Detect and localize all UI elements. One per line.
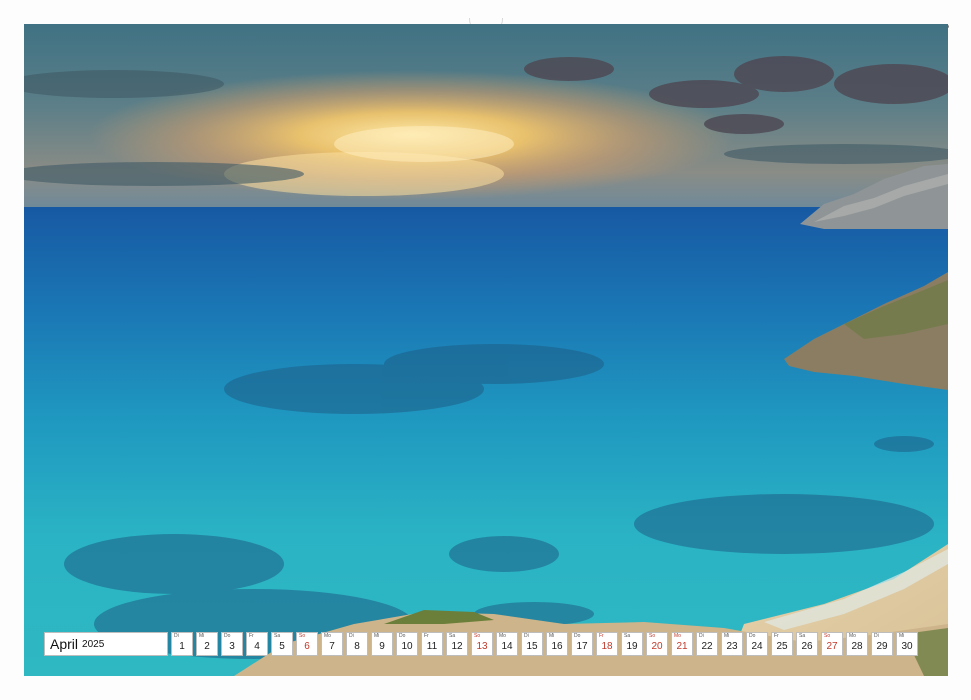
weekday-label: Fr	[249, 633, 254, 639]
day-number: 9	[379, 641, 385, 652]
day-number: 14	[501, 641, 513, 652]
weekday-label: Do	[224, 633, 231, 639]
weekday-label: Mo	[674, 633, 681, 639]
day-number: 18	[601, 641, 613, 652]
day-cell: Do 17	[571, 632, 593, 656]
day-cell: Mi 16	[546, 632, 568, 656]
weekday-label: Mi	[374, 633, 380, 639]
weekday-label: Do	[749, 633, 756, 639]
day-number: 23	[726, 641, 738, 652]
weekday-label: Di	[349, 633, 354, 639]
weekday-label: So	[299, 633, 306, 639]
day-cell: Mi 2	[196, 632, 218, 656]
day-number: 5	[279, 641, 285, 652]
weekday-label: Fr	[599, 633, 604, 639]
weekday-label: Di	[174, 633, 179, 639]
day-cell: Fr 25	[771, 632, 793, 656]
day-cell: Fr 11	[421, 632, 443, 656]
day-cell: Di 29	[871, 632, 893, 656]
day-number: 4	[254, 641, 260, 652]
day-number: 11	[426, 641, 438, 652]
day-number: 10	[401, 641, 413, 652]
month-name: April	[50, 636, 79, 652]
day-cell: Sa 12	[446, 632, 468, 656]
day-number: 30	[901, 641, 913, 652]
day-cell: Mi 9	[371, 632, 393, 656]
day-cell: Do 10	[396, 632, 418, 656]
day-number: 29	[876, 641, 888, 652]
calendar-page: April 2025 Di 1 Mi 2 Do 3 Fr 4 Sa 5 So 6 Mo 7 Di 8 Mi 9 Do…	[0, 0, 971, 700]
weekday-label: Do	[399, 633, 406, 639]
weekday-label: Mo	[849, 633, 856, 639]
day-cell: Do 24	[746, 632, 768, 656]
day-cell: Sa 19	[621, 632, 643, 656]
day-number: 26	[801, 641, 813, 652]
day-number: 13	[476, 641, 488, 652]
weekday-label: Fr	[424, 633, 429, 639]
weekday-label: Sa	[449, 633, 456, 639]
weekday-label: Di	[699, 633, 704, 639]
weekday-label: Fr	[774, 633, 779, 639]
weekday-label: Mi	[724, 633, 730, 639]
weekday-label: Mo	[499, 633, 506, 639]
day-cell: Do 3	[221, 632, 243, 656]
weekday-label: Mo	[324, 633, 331, 639]
weekday-label: Sa	[624, 633, 631, 639]
day-cell: Mo 21	[671, 632, 693, 656]
day-cell: So 27	[821, 632, 843, 656]
day-cell: So 20	[646, 632, 668, 656]
day-cell: Mo 28	[846, 632, 868, 656]
weekday-label: Do	[574, 633, 581, 639]
weekday-label: So	[824, 633, 831, 639]
year: 2025	[82, 638, 105, 650]
day-number: 15	[526, 641, 538, 652]
day-number: 22	[701, 641, 713, 652]
weekday-label: Mi	[199, 633, 205, 639]
day-number: 28	[851, 641, 863, 652]
weekday-label: Di	[524, 633, 529, 639]
day-cell: Mo 14	[496, 632, 518, 656]
calendar-strip: April 2025 Di 1 Mi 2 Do 3 Fr 4 Sa 5 So 6 Mo 7 Di 8 Mi 9 Do…	[44, 632, 918, 656]
weekday-label: Sa	[274, 633, 281, 639]
weekday-label: Di	[874, 633, 879, 639]
day-number: 7	[329, 641, 335, 652]
day-cells: Di 1 Mi 2 Do 3 Fr 4 Sa 5 So 6 Mo 7 Di 8 Mi 9 Do 10 Fr 11 Sa 12 S…	[171, 632, 918, 656]
month-label-box: April 2025	[44, 632, 168, 656]
day-number: 20	[651, 641, 663, 652]
weekday-label: So	[474, 633, 481, 639]
day-number: 1	[179, 641, 185, 652]
day-cell: Di 22	[696, 632, 718, 656]
day-cell: Fr 4	[246, 632, 268, 656]
day-cell: Di 15	[521, 632, 543, 656]
day-number: 2	[204, 641, 210, 652]
day-number: 8	[354, 641, 360, 652]
day-number: 27	[826, 641, 838, 652]
day-cell: Di 8	[346, 632, 368, 656]
day-number: 21	[676, 641, 688, 652]
day-cell: So 6	[296, 632, 318, 656]
day-cell: Di 1	[171, 632, 193, 656]
weekday-label: Mi	[899, 633, 905, 639]
day-number: 19	[626, 641, 638, 652]
day-cell: Mo 7	[321, 632, 343, 656]
weekday-label: Mi	[549, 633, 555, 639]
weekday-label: Sa	[799, 633, 806, 639]
day-cell: So 13	[471, 632, 493, 656]
day-number: 3	[229, 641, 235, 652]
day-number: 24	[751, 641, 763, 652]
day-cell: Sa 26	[796, 632, 818, 656]
day-number: 25	[776, 641, 788, 652]
day-number: 6	[304, 641, 310, 652]
weekday-label: So	[649, 633, 656, 639]
day-cell: Fr 18	[596, 632, 618, 656]
day-number: 17	[576, 641, 588, 652]
day-cell: Mi 23	[721, 632, 743, 656]
day-number: 12	[451, 641, 463, 652]
day-number: 16	[551, 641, 563, 652]
day-cell: Mi 30	[896, 632, 918, 656]
day-cell: Sa 5	[271, 632, 293, 656]
seascape-photo	[24, 24, 948, 676]
